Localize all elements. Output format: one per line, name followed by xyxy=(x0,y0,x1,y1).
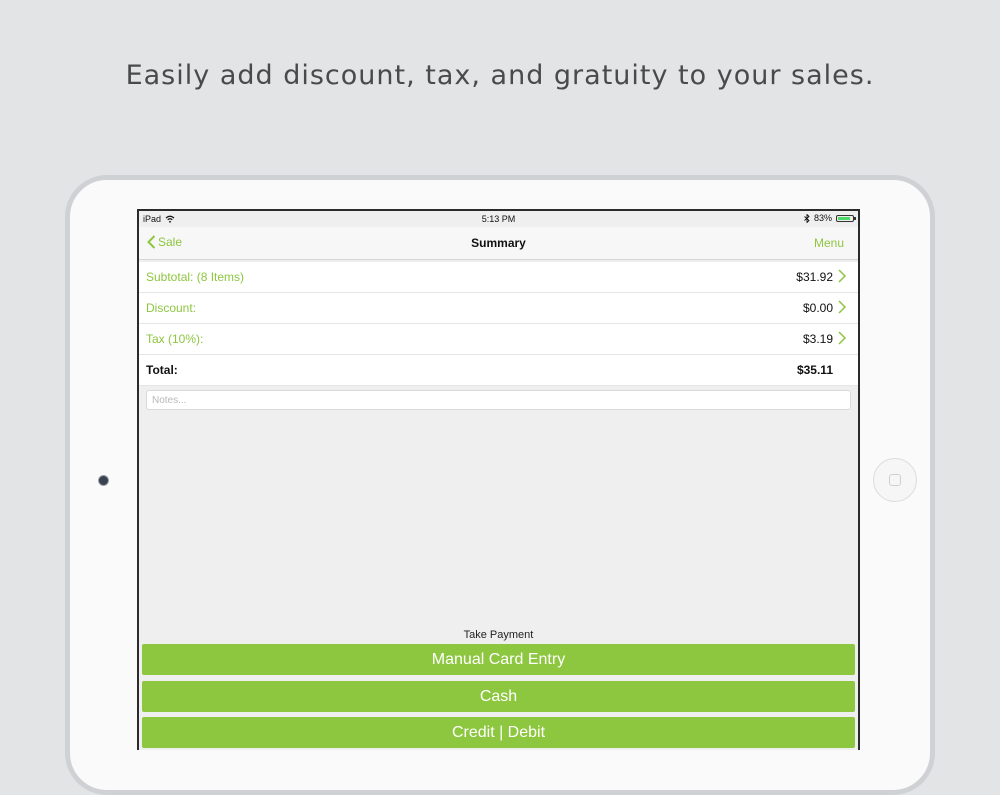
tax-value: $3.19 xyxy=(802,332,833,346)
home-square-icon xyxy=(889,474,901,486)
notes-field[interactable]: Notes... xyxy=(146,390,851,410)
chevron-right-icon xyxy=(838,269,847,283)
page-title: Summary xyxy=(471,236,526,250)
subtotal-value: $31.92 xyxy=(796,270,833,284)
take-payment-heading: Take Payment xyxy=(463,629,534,641)
discount-label: Discount: xyxy=(146,301,197,315)
battery-icon xyxy=(836,214,856,222)
summary-list: Subtotal: (8 Items) $31.92 Discount: $0.… xyxy=(139,262,858,386)
total-row: Total: $35.11 xyxy=(139,355,858,386)
cash-button[interactable]: Cash xyxy=(142,681,855,712)
camera-dot xyxy=(99,476,108,485)
app-screen: iPad 5:13 PM 83% Sale Summary Menu Subto… xyxy=(137,209,860,750)
chevron-right-icon xyxy=(838,300,847,314)
subtotal-row[interactable]: Subtotal: (8 Items) $31.92 xyxy=(139,262,858,293)
menu-button[interactable]: Menu xyxy=(814,236,844,250)
bluetooth-icon xyxy=(804,213,810,223)
home-button[interactable] xyxy=(873,458,917,502)
total-value: $35.11 xyxy=(796,363,833,377)
manual-card-entry-button[interactable]: Manual Card Entry xyxy=(142,644,855,675)
tax-row[interactable]: Tax (10%): $3.19 xyxy=(139,324,858,355)
discount-row[interactable]: Discount: $0.00 xyxy=(139,293,858,324)
discount-value: $0.00 xyxy=(802,301,833,315)
subtotal-label: Subtotal: (8 Items) xyxy=(146,270,245,284)
headline: Easily add discount, tax, and gratuity t… xyxy=(125,60,875,91)
status-bar: iPad 5:13 PM 83% xyxy=(139,211,858,227)
status-time: 5:13 PM xyxy=(481,214,516,224)
chevron-right-icon xyxy=(838,331,847,345)
battery-percent: 83% xyxy=(813,213,832,223)
nav-bar: Sale Summary Menu xyxy=(139,227,858,260)
tax-label: Tax (10%): xyxy=(146,332,204,346)
credit-debit-button[interactable]: Credit | Debit xyxy=(142,717,855,748)
total-label: Total: xyxy=(146,363,178,377)
